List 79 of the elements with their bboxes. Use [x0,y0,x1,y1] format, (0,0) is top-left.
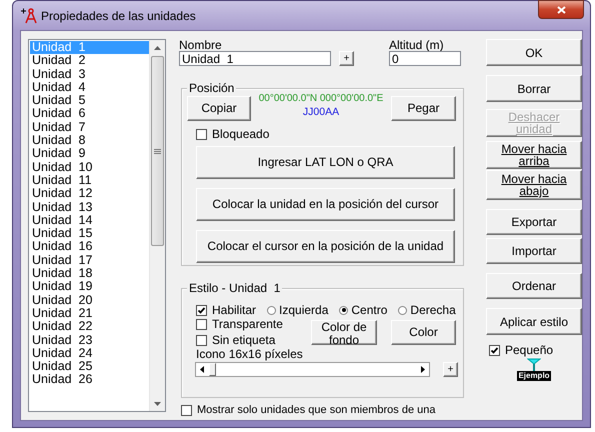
list-item[interactable]: Unidad 19 [30,280,149,294]
list-item[interactable]: Unidad 9 [30,147,149,161]
field-label: Altitud (m) [389,39,445,51]
action-button[interactable]: Ingresar LAT LON o QRA [196,146,455,179]
list-item[interactable]: Unidad 5 [30,94,149,108]
radio-button[interactable] [267,306,276,314]
close-icon[interactable] [556,6,566,14]
group-title: Estilo - Unidad 1 [187,281,282,295]
plus-button[interactable]: + [339,51,354,66]
checkbox-label: Sin etiqueta [212,334,276,346]
window-title: Propiedades de las unidades [41,8,196,22]
marker-icon [527,358,541,371]
dialog-button[interactable]: Mover hacia arriba [486,141,582,169]
plus-button[interactable]: + [443,362,458,377]
paste-button[interactable]: Pegar [391,96,456,121]
dialog-button[interactable]: Exportar [486,209,582,235]
scroll-down-icon[interactable] [154,402,161,406]
checkbox-label: Habilitar [212,304,256,316]
checkbox[interactable] [196,318,207,330]
list-item[interactable]: Unidad 8 [30,134,149,148]
checkbox-label: Pequeño [505,344,554,356]
sample-label: Ejemplo [517,371,551,381]
list-item[interactable]: Unidad 7 [30,120,149,134]
list-item[interactable]: Unidad 13 [30,200,149,214]
name-field[interactable]: Unidad 1 [179,51,331,66]
field-label: Nombre [179,39,223,51]
list-item[interactable]: Unidad 6 [30,107,149,121]
list-item[interactable]: Unidad 14 [30,214,149,228]
dialog-button[interactable]: Mover hacia abajo [486,170,582,200]
background-color-button[interactable]: Color de fondo [311,320,377,345]
radio-label: Centro [351,304,388,316]
list-item[interactable]: Unidad 3 [30,68,149,81]
list-item[interactable]: Unidad 18 [30,267,149,280]
dialog-button[interactable]: Aplicar estilo [486,308,582,335]
list-item[interactable]: Unidad 12 [30,187,149,201]
locator-text: JJ00AA [302,106,340,118]
list-item[interactable]: Unidad 21 [30,306,149,320]
compass-icon [20,8,37,24]
checkbox[interactable] [181,404,192,416]
group-title: Posición [187,81,236,95]
action-button[interactable]: Colocar el cursor en la posición de la unidad [196,230,455,263]
checkbox[interactable] [196,304,207,316]
list-item[interactable]: Unidad 17 [30,254,149,268]
checkbox-label: Bloqueado [212,128,270,140]
coordinates-text: 00°00'00.0"N 000°00'00.0"E [258,93,384,104]
checkbox[interactable] [196,334,207,346]
checkbox[interactable] [196,128,207,140]
close-button[interactable] [538,0,584,19]
copy-button[interactable]: Copiar [187,96,251,121]
list-item[interactable]: Unidad 16 [30,240,149,254]
scrollbar[interactable] [149,40,165,411]
dialog-button[interactable]: OK [486,39,582,66]
grip-icon [154,148,161,154]
radio-label: Izquierda [279,304,328,316]
checkbox[interactable] [489,344,500,356]
radio-label: Derecha [410,304,456,316]
list-item[interactable]: Unidad 2 [30,54,149,68]
list-item[interactable]: Unidad 26 [30,373,149,387]
radio-button[interactable] [339,306,348,314]
list-item[interactable]: Unidad 20 [30,294,149,307]
list-item[interactable]: Unidad 11 [30,174,149,188]
color-button[interactable]: Color [391,320,456,345]
list-item[interactable]: Unidad 10 [30,160,149,174]
radio-button[interactable] [398,306,408,314]
checkbox-label: Transparente [212,318,283,330]
checkbox-label: Mostrar solo unidades que son miembros de una [197,404,436,416]
list-item[interactable]: Unidad 15 [30,227,149,240]
altitude-field[interactable]: 0 [389,51,461,66]
slider-label: Icono 16x16 píxeles [196,348,304,360]
action-button[interactable]: Colocar la unidad en la posición del cursor [196,188,455,221]
list-item[interactable]: Unidad 4 [30,80,149,94]
dialog-button[interactable]: Borrar [486,75,582,102]
list-item[interactable]: Unidad 22 [30,320,149,334]
scroll-up-icon[interactable] [154,46,161,50]
list-item[interactable]: Unidad 24 [30,346,149,360]
dialog-button[interactable]: Importar [486,238,582,264]
list-item[interactable]: Unidad 25 [30,360,149,374]
dialog-button[interactable]: Ordenar [486,273,582,299]
list-item[interactable]: Unidad 23 [30,334,149,347]
